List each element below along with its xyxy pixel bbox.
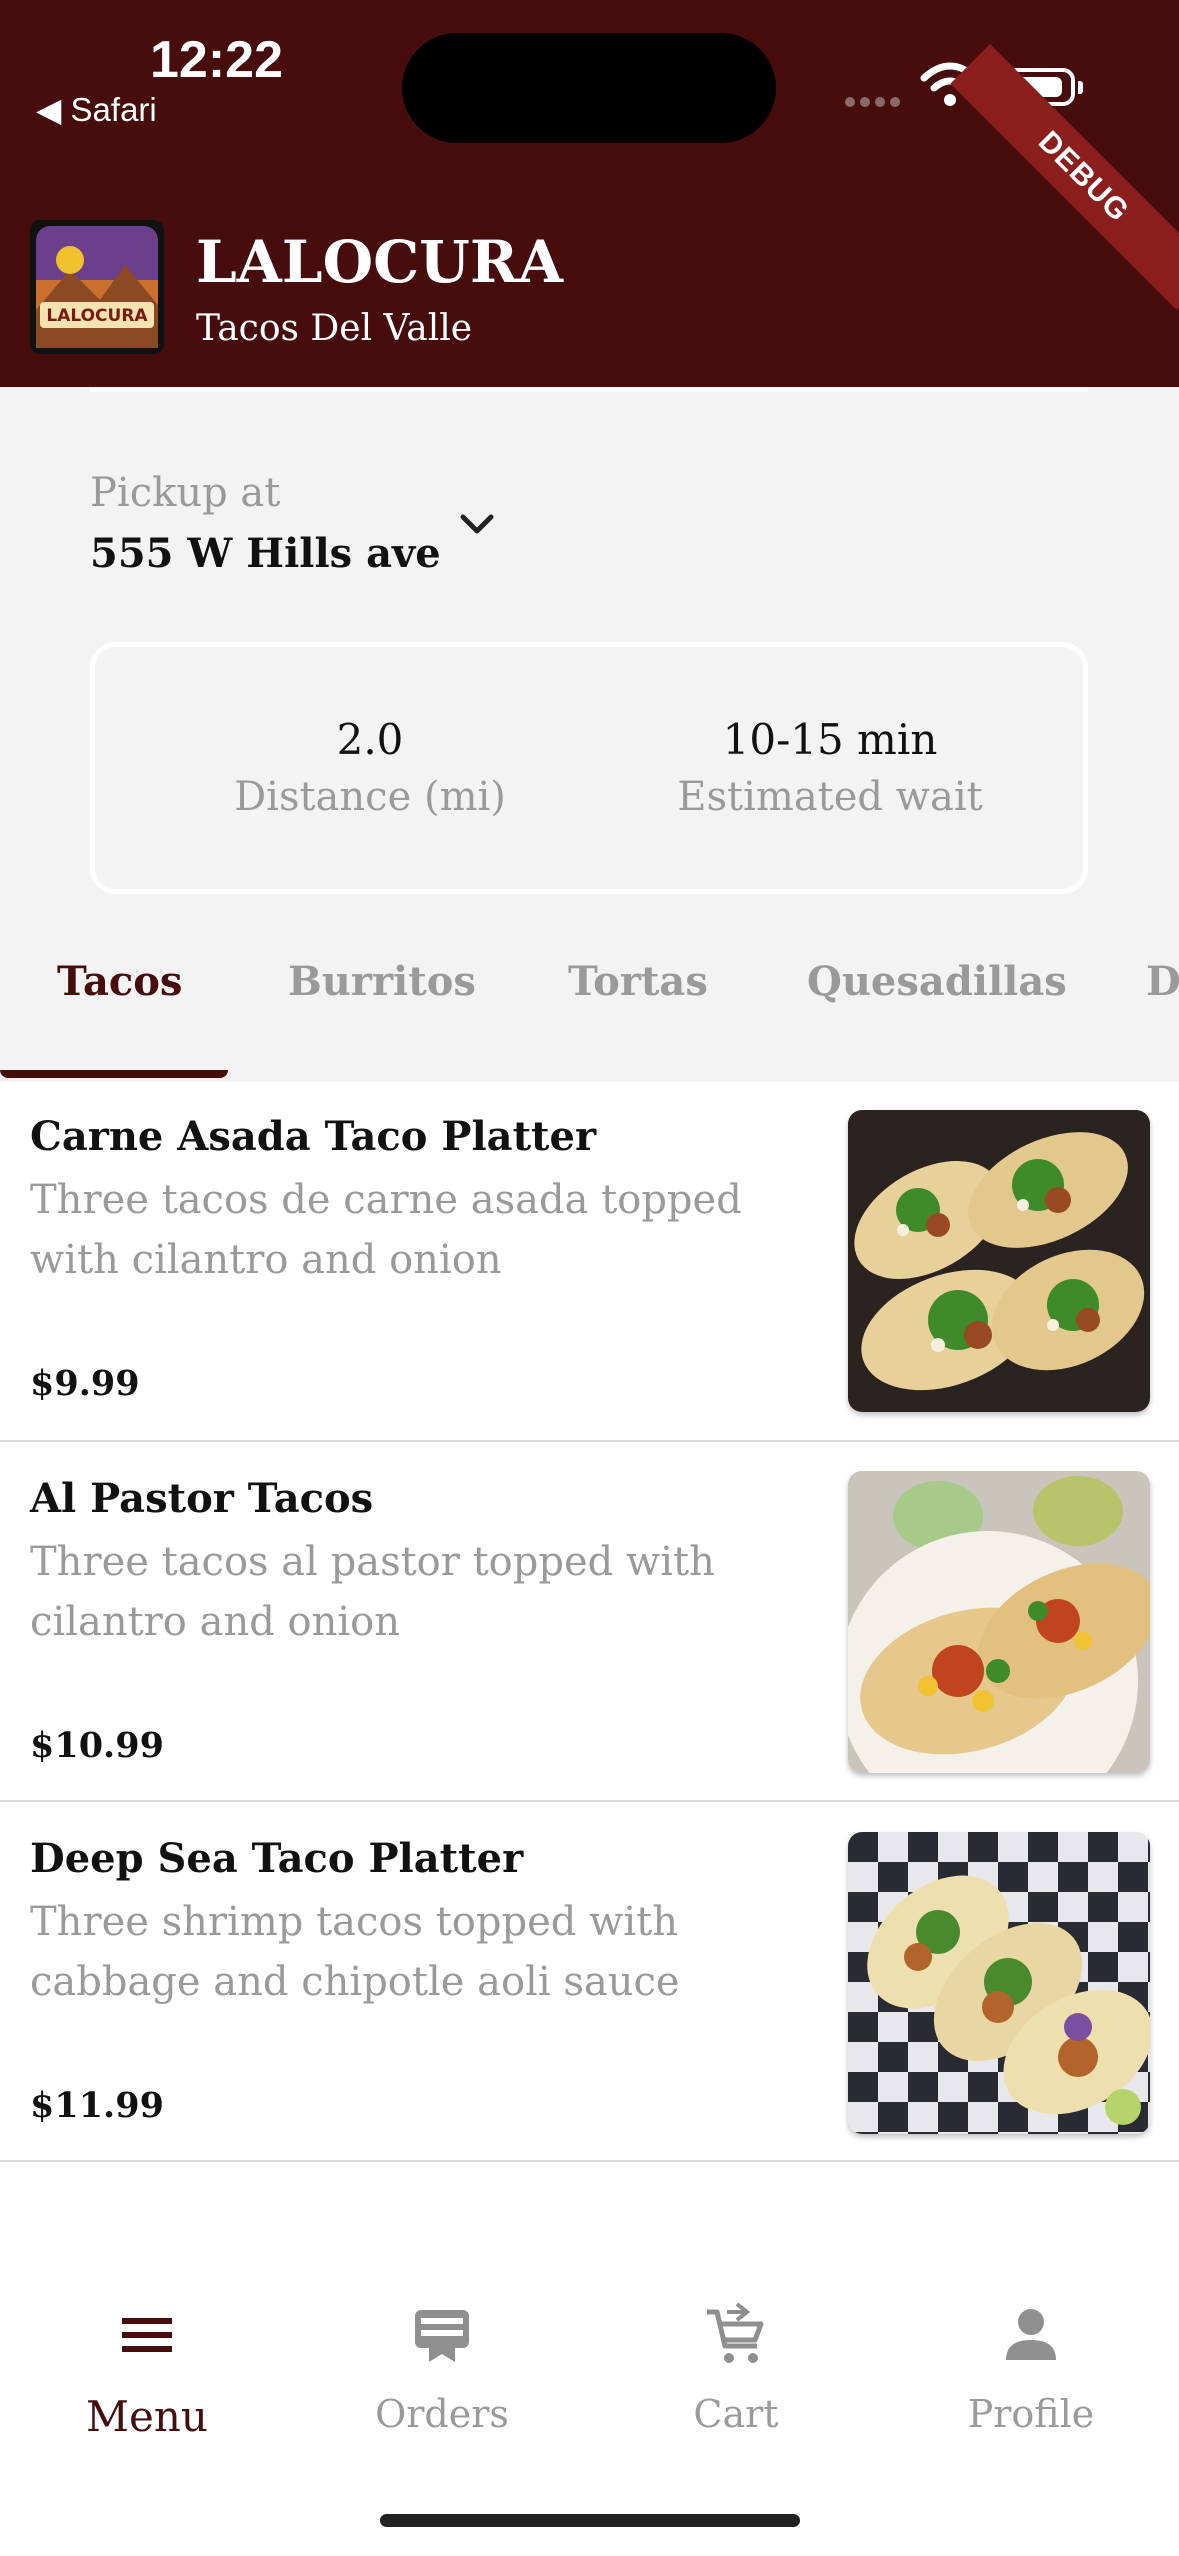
- nav-cart[interactable]: Cart: [616, 2300, 856, 2436]
- svg-text:LALOCURA: LALOCURA: [46, 306, 148, 326]
- location-name: Tacos Del Valle: [196, 308, 473, 349]
- menu-item-description: Three tacos al pastor topped with cilant…: [30, 1539, 715, 1645]
- back-to-safari-link[interactable]: ◀ Safari: [36, 90, 157, 129]
- carne-asada-photo[interactable]: [848, 1110, 1150, 1412]
- deep-sea-taco-photo[interactable]: [848, 1832, 1150, 2134]
- dynamic-island: [402, 33, 776, 143]
- active-tab-indicator: [0, 1070, 228, 1078]
- restaurant-name: LALOCURA: [196, 228, 564, 296]
- menu-item-title: Carne Asada Taco Platter: [30, 1113, 597, 1160]
- profile-icon: [1006, 2309, 1056, 2360]
- status-time: 12:22: [150, 31, 283, 89]
- nav-orders-label: Orders: [375, 2392, 509, 2436]
- al-pastor-photo[interactable]: [848, 1471, 1150, 1773]
- pickup-stats-card: 2.0 Distance (mi) 10-15 min Estimated wa…: [90, 642, 1088, 894]
- signal-icon: [845, 92, 905, 107]
- cart-icon: [707, 2302, 764, 2363]
- tab-tacos[interactable]: Tacos: [57, 958, 182, 1005]
- nav-menu[interactable]: Menu: [27, 2300, 267, 2441]
- nav-cart-label: Cart: [693, 2392, 779, 2436]
- tab-burritos[interactable]: Burritos: [288, 958, 476, 1005]
- home-indicator[interactable]: [380, 2514, 800, 2527]
- restaurant-logo: LALOCURA: [30, 220, 164, 354]
- menu-item-title: Deep Sea Taco Platter: [30, 1835, 524, 1882]
- nav-menu-label: Menu: [86, 2392, 208, 2441]
- nav-profile-label: Profile: [967, 2392, 1095, 2436]
- menu-item-description: Three shrimp tacos topped with cabbage a…: [30, 1899, 680, 2005]
- divider: [90, 387, 1088, 392]
- menu-item-price: $10.99: [30, 1725, 164, 1766]
- tab-quesadillas[interactable]: Quesadillas: [807, 958, 1067, 1005]
- menu-item-price: $9.99: [30, 1363, 140, 1404]
- menu-item-price: $11.99: [30, 2085, 164, 2126]
- tab-more[interactable]: D: [1146, 958, 1179, 1005]
- distance-label: Distance (mi): [234, 774, 506, 820]
- chevron-down-icon[interactable]: [455, 505, 499, 545]
- distance-value: 2.0: [336, 715, 404, 764]
- tab-tortas[interactable]: Tortas: [568, 958, 708, 1005]
- orders-icon: [415, 2310, 469, 2362]
- wait-value: 10-15 min: [722, 715, 938, 764]
- pickup-address[interactable]: 555 W Hills ave: [90, 530, 441, 577]
- menu-item-title: Al Pastor Tacos: [30, 1475, 374, 1522]
- menu-icon: [122, 2318, 172, 2352]
- nav-profile[interactable]: Profile: [911, 2300, 1151, 2436]
- menu-item-description: Three tacos de carne asada topped with c…: [30, 1177, 742, 1283]
- wait-label: Estimated wait: [677, 774, 983, 820]
- nav-orders[interactable]: Orders: [322, 2300, 562, 2436]
- pickup-label: Pickup at: [90, 470, 281, 516]
